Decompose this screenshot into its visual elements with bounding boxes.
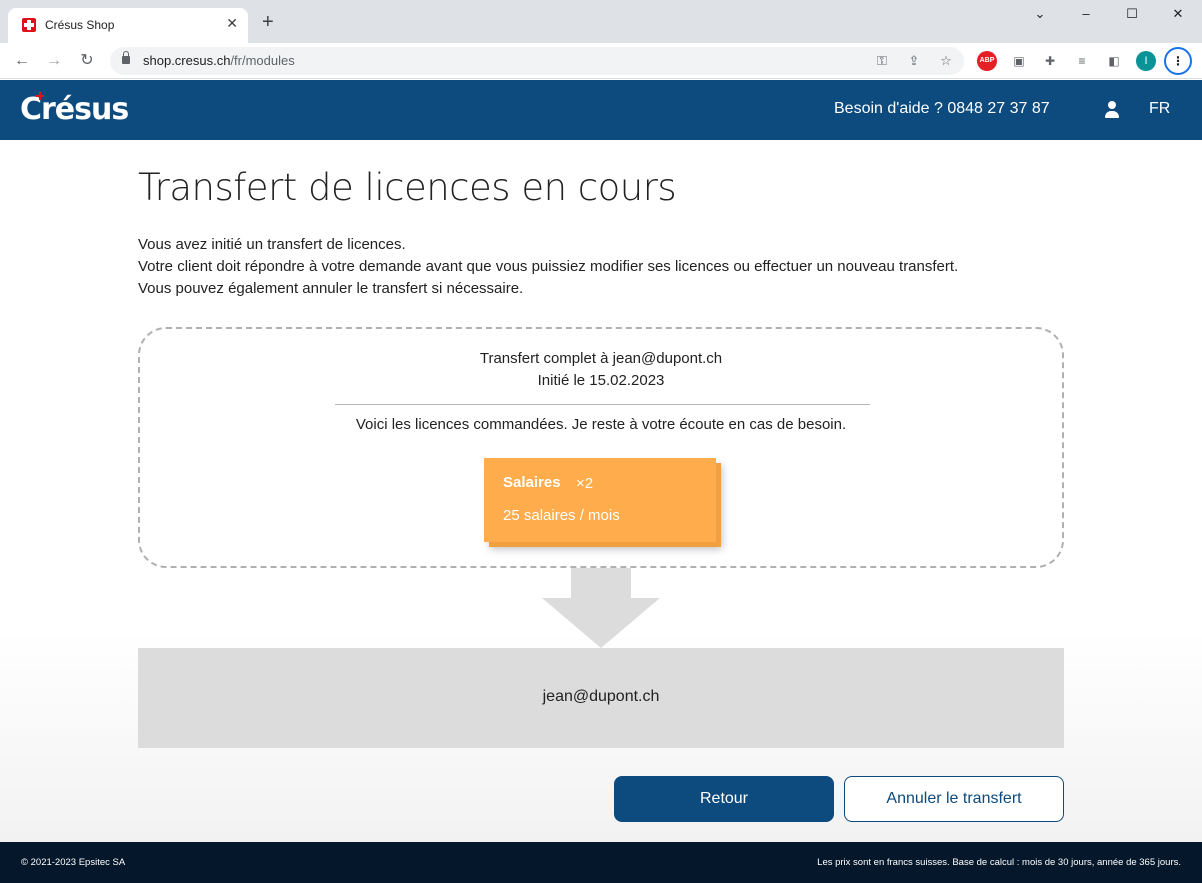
url-text[interactable]: shop.cresus.ch/fr/modules	[143, 53, 295, 68]
language-selector[interactable]: FR	[1149, 100, 1170, 118]
down-arrow-icon	[571, 568, 631, 598]
bookmark-star-icon[interactable]: ☆	[936, 51, 956, 71]
recipient-email: jean@dupont.ch	[542, 688, 660, 705]
side-panel-icon[interactable]: ◧	[1104, 51, 1124, 71]
share-icon[interactable]: ⇪	[904, 51, 924, 71]
cancel-transfer-button[interactable]: Annuler le transfert	[844, 776, 1064, 822]
site-header: Crésus Besoin d'aide ? 0848 27 37 87 FR	[0, 80, 1202, 140]
copyright: © 2021-2023 Epsitec SA	[21, 857, 126, 868]
swiss-flag-icon	[22, 18, 36, 32]
recipient-box: jean@dupont.ch	[138, 648, 1064, 748]
browser-tabbar: Crésus Shop ✕ + ⌄ – ☐ ✕	[0, 0, 1202, 43]
tab-search-icon[interactable]: ⌄	[1020, 6, 1060, 28]
minimize-button[interactable]: –	[1066, 6, 1106, 28]
license-description: 25 salaires / mois	[503, 507, 620, 524]
browser-menu-icon[interactable]: ⋮	[1164, 47, 1192, 75]
license-quantity: ×2	[576, 475, 594, 492]
lock-icon	[122, 51, 130, 64]
license-name: Salaires	[503, 474, 561, 491]
puzzle-extensions-icon[interactable]: ✚	[1040, 51, 1060, 71]
back-arrow-icon[interactable]: ←	[10, 49, 34, 73]
browser-tab[interactable]: Crésus Shop ✕	[8, 8, 248, 43]
divider	[335, 404, 870, 405]
profile-avatar[interactable]: I	[1136, 51, 1156, 71]
adblock-icon[interactable]: ABP	[977, 51, 997, 71]
maximize-button[interactable]: ☐	[1112, 6, 1152, 28]
browser-toolbar: ← → ↻ shop.cresus.ch/fr/modules ⚿ ⇪ ☆ AB…	[0, 43, 1202, 79]
site-footer: © 2021-2023 Epsitec SA Les prix sont en …	[0, 842, 1202, 883]
swiss-cross-icon	[36, 92, 44, 100]
close-window-button[interactable]: ✕	[1158, 6, 1198, 28]
back-button[interactable]: Retour	[614, 776, 834, 822]
close-tab-icon[interactable]: ✕	[226, 15, 238, 32]
transfer-message: Voici les licences commandées. Je reste …	[355, 416, 847, 433]
new-tab-button[interactable]: +	[262, 12, 274, 32]
intro-text: Vous avez initié un transfert de licence…	[138, 236, 959, 297]
pricing-note: Les prix sont en francs suisses. Base de…	[817, 857, 1181, 868]
transfer-summary-box: Transfert complet à jean@dupont.ch Initi…	[138, 327, 1064, 568]
tab-title: Crésus Shop	[45, 18, 115, 32]
user-account-icon[interactable]	[1104, 101, 1120, 119]
help-phone[interactable]: Besoin d'aide ? 0848 27 37 87	[834, 100, 1050, 118]
extension-cast-icon[interactable]: ▣	[1009, 51, 1029, 71]
forward-arrow-icon[interactable]: →	[42, 49, 66, 73]
media-queue-icon[interactable]: ≡	[1072, 51, 1092, 71]
main-content: Transfert de licences en cours Vous avez…	[0, 140, 1202, 842]
down-arrow-head	[542, 598, 660, 648]
key-icon[interactable]: ⚿	[872, 51, 892, 71]
address-bar[interactable]: shop.cresus.ch/fr/modules ⚿ ⇪ ☆	[110, 47, 964, 75]
transfer-heading: Transfert complet à jean@dupont.ch	[479, 350, 723, 367]
transfer-date: Initié le 15.02.2023	[537, 372, 665, 389]
page-title: Transfert de licences en cours	[138, 166, 677, 209]
license-card: Salaires ×2 25 salaires / mois	[484, 458, 716, 542]
reload-icon[interactable]: ↻	[75, 49, 99, 73]
